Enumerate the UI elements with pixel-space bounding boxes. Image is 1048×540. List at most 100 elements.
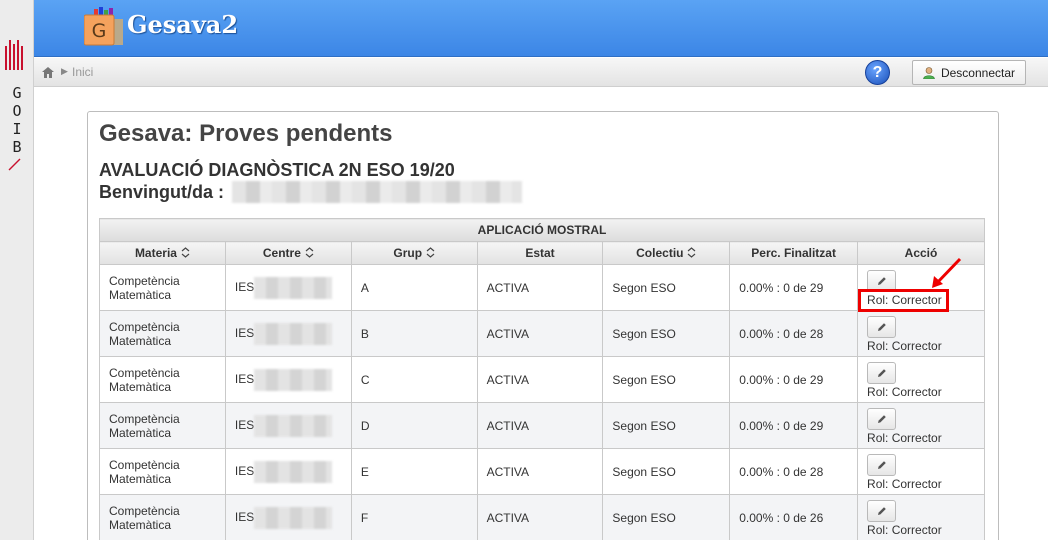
cell-colectiu: Segon ESO: [602, 310, 731, 357]
breadcrumb: ▶ Inici ? Desconnectar: [34, 58, 1048, 87]
main-panel: Gesava: Proves pendents AVALUACIÓ DIAGNÒ…: [87, 111, 999, 540]
cell-colectiu: Segon ESO: [602, 356, 731, 403]
cell-grup: A: [350, 264, 478, 311]
user-icon: [923, 66, 935, 79]
column-header-label: Centre: [262, 246, 301, 260]
column-header-estat: Estat: [476, 241, 604, 265]
cell-perc: 0.00% : 0 de 26: [729, 494, 859, 540]
column-header-colectiu[interactable]: Colectiu: [602, 241, 731, 265]
pending-tests-table: APLICACIÓ MOSTRAL Materia Centre Grup Es…: [99, 218, 985, 540]
goib-letters: G O I B: [0, 84, 34, 156]
highlight-box: [858, 289, 949, 312]
goib-slash-icon: [8, 158, 21, 171]
centre-prefix: IES: [234, 417, 255, 432]
cell-materia: Competència Matemàtica: [99, 402, 226, 449]
cell-materia: Competència Matemàtica: [99, 448, 226, 495]
cell-perc: 0.00% : 0 de 28: [729, 448, 859, 495]
centre-prefix: IES: [234, 509, 255, 524]
centre-prefix: IES: [234, 325, 255, 340]
cell-centre: IES: [224, 448, 352, 495]
cell-accio: Rol: Corrector: [857, 402, 985, 449]
cell-perc: 0.00% : 0 de 29: [729, 356, 859, 403]
cell-accio: Rol: Corrector: [857, 448, 985, 495]
cell-colectiu: Segon ESO: [602, 494, 731, 540]
welcome-line: Benvingut/da :: [99, 181, 522, 203]
table-row: Competència Matemàtica IES B ACTIVA Sego…: [99, 310, 985, 357]
exam-title: AVALUACIÓ DIAGNÒSTICA 2N ESO 19/20: [99, 160, 455, 180]
column-header-label: Materia: [134, 246, 177, 260]
column-header-materia[interactable]: Materia: [99, 241, 226, 265]
column-header-grup[interactable]: Grup: [350, 241, 478, 265]
pencil-icon: [877, 461, 886, 469]
goib-letter: O: [12, 102, 22, 120]
cell-perc: 0.00% : 0 de 29: [729, 402, 859, 449]
edit-button[interactable]: [867, 408, 897, 430]
role-label: Rol: Corrector: [867, 523, 942, 537]
column-header-label: Perc. Finalitzat: [751, 246, 836, 260]
cell-materia: Competència Matemàtica: [99, 356, 226, 403]
cell-perc: 0.00% : 0 de 29: [729, 264, 859, 311]
cell-estat: ACTIVA: [476, 448, 604, 495]
redacted-centre-name: [254, 368, 333, 391]
cell-centre: IES: [224, 494, 352, 540]
table-row: Competència Matemàtica IES F ACTIVA Sego…: [99, 494, 985, 540]
breadcrumb-separator-icon: ▶: [61, 66, 68, 76]
cell-materia: Competència Matemàtica: [99, 264, 226, 311]
edit-button[interactable]: [867, 454, 897, 476]
column-header-label: Estat: [525, 246, 555, 260]
cell-grup: C: [350, 356, 478, 403]
cell-estat: ACTIVA: [476, 402, 604, 449]
sort-icon: [305, 247, 314, 258]
goib-letter: I: [12, 120, 22, 138]
home-icon[interactable]: [42, 67, 54, 78]
table-row: Competència Matemàtica IES D ACTIVA Sego…: [99, 402, 985, 449]
pencil-icon: [877, 507, 886, 515]
cell-accio: Rol: Corrector: [857, 494, 985, 540]
redacted-centre-name: [254, 276, 333, 299]
cell-accio: Rol: Corrector: [857, 310, 985, 357]
column-header-perc: Perc. Finalitzat: [729, 241, 859, 265]
cell-grup: E: [350, 448, 478, 495]
goib-letter: B: [12, 138, 22, 156]
redacted-username: [232, 181, 522, 203]
help-icon[interactable]: ?: [865, 60, 890, 85]
cell-estat: ACTIVA: [476, 264, 604, 311]
breadcrumb-home-link[interactable]: Inici: [72, 65, 93, 79]
cell-centre: IES: [224, 310, 352, 357]
cell-colectiu: Segon ESO: [602, 448, 731, 495]
app-logo-letter: G: [92, 20, 107, 42]
pencil-icon: [877, 369, 886, 377]
cell-accio: Rol: Corrector: [857, 356, 985, 403]
edit-button[interactable]: [867, 316, 897, 338]
centre-prefix: IES: [234, 371, 255, 386]
redacted-centre-name: [254, 460, 333, 483]
logout-label: Desconnectar: [940, 65, 1016, 80]
role-label: Rol: Corrector: [867, 339, 942, 353]
pencil-icon: [877, 277, 886, 285]
cell-estat: ACTIVA: [476, 494, 604, 540]
table-caption: APLICACIÓ MOSTRAL: [99, 218, 985, 242]
app-header: G Gesava2: [34, 0, 1048, 57]
centre-prefix: IES: [234, 463, 255, 478]
column-header-centre[interactable]: Centre: [224, 241, 352, 265]
table-row: Competència Matemàtica IES E ACTIVA Sego…: [99, 448, 985, 495]
logout-button[interactable]: Desconnectar: [912, 60, 1026, 85]
cell-materia: Competència Matemàtica: [99, 494, 226, 540]
annotation-arrow-icon: [932, 257, 962, 288]
pencil-icon: [877, 323, 886, 331]
page-title: Gesava: Proves pendents: [99, 120, 393, 147]
cell-colectiu: Segon ESO: [602, 402, 731, 449]
redacted-centre-name: [254, 322, 333, 345]
role-label: Rol: Corrector: [867, 385, 942, 399]
cell-estat: ACTIVA: [476, 356, 604, 403]
redacted-centre-name: [254, 506, 333, 529]
cell-centre: IES: [224, 264, 352, 311]
cell-colectiu: Segon ESO: [602, 264, 731, 311]
edit-button[interactable]: [867, 362, 897, 384]
cell-grup: F: [350, 494, 478, 540]
column-header-accio: Acció: [857, 241, 985, 265]
edit-button[interactable]: [867, 500, 897, 522]
cell-materia: Competència Matemàtica: [99, 310, 226, 357]
cell-centre: IES: [224, 402, 352, 449]
table-row: Competència Matemàtica IES C ACTIVA Sego…: [99, 356, 985, 403]
